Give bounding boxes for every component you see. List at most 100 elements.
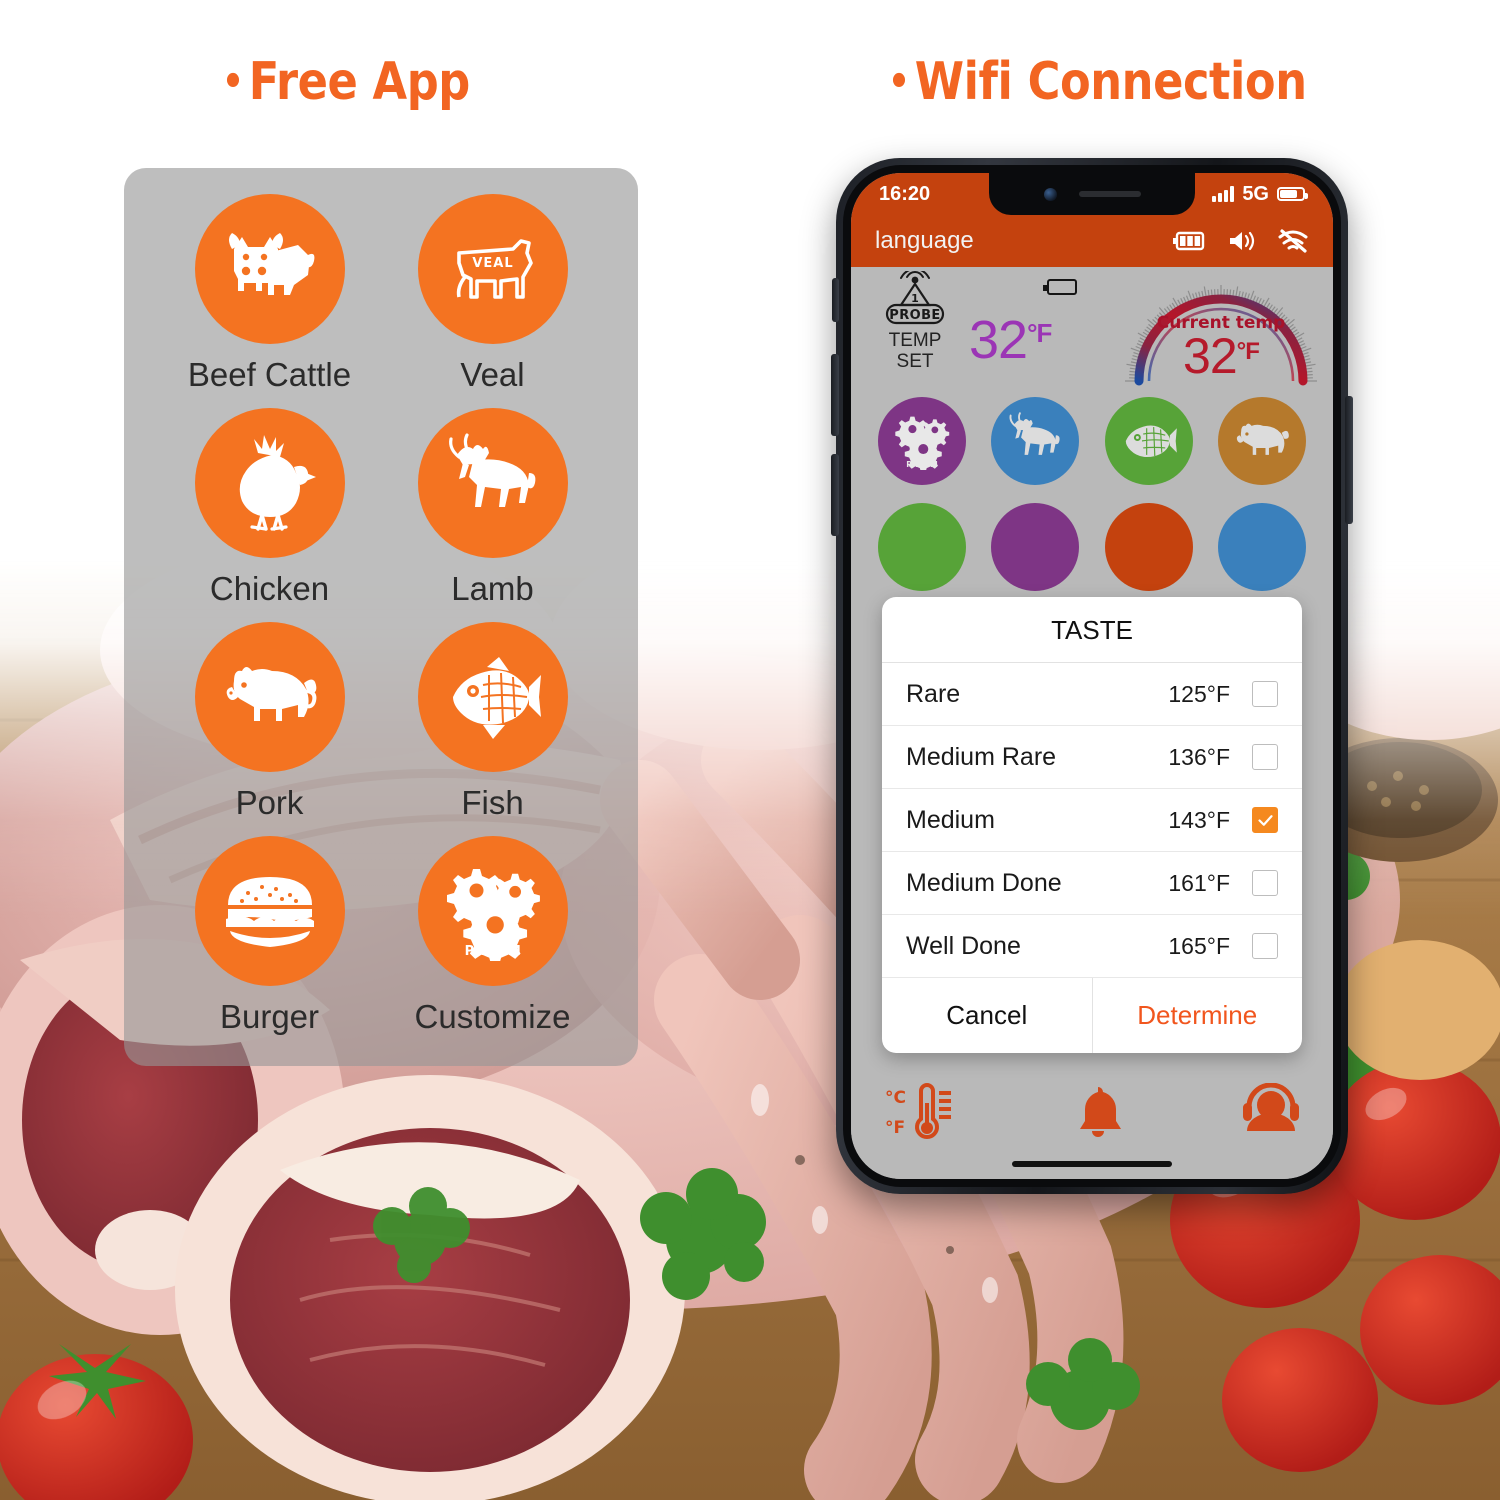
category-veal[interactable] xyxy=(1218,503,1307,591)
phone-mute-switch[interactable] xyxy=(832,278,839,322)
app-category-grid-panel: Beef Cattle VEAL Veal Chicken Lamb Pork … xyxy=(124,168,638,1066)
signal-bars-icon xyxy=(1212,186,1235,202)
unit-toggle-button[interactable]: °C °F xyxy=(881,1083,957,1145)
cow-icon xyxy=(194,194,345,344)
grid-item-label: Burger xyxy=(219,998,320,1035)
taste-dialog-title: TASTE xyxy=(882,597,1302,663)
taste-option-row[interactable]: Well Done 165°F xyxy=(882,915,1302,978)
heading-wifi-connection: •Wifi Connection xyxy=(888,52,1307,112)
temp-set-label-line1: TEMP xyxy=(888,330,942,351)
category-chicken[interactable] xyxy=(877,503,966,591)
temp-set-label-line2: SET xyxy=(896,351,934,373)
category-burger[interactable] xyxy=(1104,503,1193,591)
phone-volume-down-button[interactable] xyxy=(831,454,839,536)
grid-item-burger[interactable]: Burger xyxy=(158,836,381,1050)
grid-item-customize[interactable]: PROGM Customize xyxy=(381,836,604,1050)
grid-item-pork[interactable]: Pork xyxy=(158,622,381,836)
fish-icon xyxy=(417,622,568,772)
grid-item-beef-cattle[interactable]: Beef Cattle xyxy=(158,194,381,408)
status-bar-time: 16:20 xyxy=(879,182,931,205)
pig-icon xyxy=(194,622,345,772)
grid-item-fish[interactable]: Fish xyxy=(381,622,604,836)
burger-icon xyxy=(194,836,345,986)
front-camera-icon xyxy=(1043,187,1057,201)
taste-option-name: Well Done xyxy=(906,931,1021,960)
app-body: 1 PROBE TEMP SET 32°F Current temp 32°F … xyxy=(851,267,1333,1179)
probe-block[interactable]: 1 PROBE TEMP SET xyxy=(873,271,957,373)
category-row-1: PROGM xyxy=(851,397,1333,485)
svg-text:°C: °C xyxy=(885,1088,906,1108)
home-indicator xyxy=(1012,1161,1172,1167)
svg-text:PROGM: PROGM xyxy=(464,944,521,959)
taste-option-name: Medium Rare xyxy=(906,742,1057,771)
gauge-value: 32°F xyxy=(1125,327,1317,385)
taste-option-checkbox-checked[interactable] xyxy=(1252,807,1278,833)
category-row-2 xyxy=(851,503,1333,591)
taste-option-row[interactable]: Medium 143°F xyxy=(882,789,1302,852)
svg-text:VEAL: VEAL xyxy=(472,256,513,271)
language-button[interactable]: language xyxy=(875,227,974,255)
headset-person-icon[interactable] xyxy=(1239,1083,1303,1145)
taste-dialog: TASTE Rare 125°F Medium Rare 136°F Mediu… xyxy=(882,597,1302,1053)
taste-option-name: Medium Done xyxy=(906,868,1062,897)
grid-item-chicken[interactable]: Chicken xyxy=(158,408,381,622)
bell-icon[interactable] xyxy=(1068,1083,1128,1145)
taste-option-row[interactable]: Rare 125°F xyxy=(882,663,1302,726)
taste-option-temp: 125°F xyxy=(1168,680,1230,707)
gauge-unit: °F xyxy=(1236,338,1260,365)
category-progm[interactable]: PROGM xyxy=(877,397,966,485)
taste-option-temp: 143°F xyxy=(1168,806,1230,833)
battery-icon xyxy=(1277,187,1308,201)
svg-text:1: 1 xyxy=(911,292,919,305)
temp-set-value[interactable]: 32°F xyxy=(969,309,1052,371)
cancel-button[interactable]: Cancel xyxy=(882,978,1092,1053)
gauge-number: 32 xyxy=(1183,328,1238,384)
bullet-icon: • xyxy=(888,59,910,105)
svg-text:PROBE: PROBE xyxy=(889,308,940,323)
goat-icon xyxy=(417,408,568,558)
current-temp-gauge: Current temp 32°F xyxy=(1125,269,1317,387)
temp-set-number: 32 xyxy=(969,310,1028,370)
heading-free-app-text: Free App xyxy=(248,52,471,112)
category-fish[interactable] xyxy=(1104,397,1193,485)
phone-power-button[interactable] xyxy=(1345,396,1353,524)
category-beef[interactable] xyxy=(991,503,1080,591)
status-bar-network: 5G xyxy=(1242,182,1269,205)
earpiece-speaker-icon xyxy=(1078,191,1141,197)
speaker-icon[interactable] xyxy=(1227,229,1257,253)
category-lamb[interactable] xyxy=(991,397,1080,485)
taste-option-name: Medium xyxy=(906,805,995,834)
bottom-toolbar: °C °F xyxy=(851,1083,1333,1145)
grid-item-label: Fish xyxy=(461,784,524,821)
taste-option-temp: 161°F xyxy=(1168,869,1230,896)
temperature-row: 1 PROBE TEMP SET 32°F Current temp 32°F xyxy=(851,267,1333,393)
taste-option-row[interactable]: Medium Rare 136°F xyxy=(882,726,1302,789)
taste-option-checkbox[interactable] xyxy=(1252,681,1278,707)
determine-button[interactable]: Determine xyxy=(1091,978,1303,1053)
battery-empty-icon xyxy=(1043,279,1077,295)
taste-option-row[interactable]: Medium Done 161°F xyxy=(882,852,1302,915)
veal-cow-icon: VEAL xyxy=(417,194,568,344)
grid-item-veal[interactable]: VEAL Veal xyxy=(381,194,604,408)
svg-text:PROGM: PROGM xyxy=(906,460,937,469)
grid-item-lamb[interactable]: Lamb xyxy=(381,408,604,622)
battery-level-icon[interactable] xyxy=(1173,230,1207,252)
grid-item-label: Chicken xyxy=(209,570,330,607)
taste-option-temp: 165°F xyxy=(1168,932,1230,959)
taste-option-checkbox[interactable] xyxy=(1252,933,1278,959)
category-pork[interactable] xyxy=(1218,397,1307,485)
temp-set-unit: °F xyxy=(1027,318,1052,348)
phone-mockup: 16:20 5G language 1 PROBE TEMP SET 32°F … xyxy=(831,158,1353,1194)
wifi-off-icon[interactable] xyxy=(1277,228,1309,254)
app-header: language xyxy=(851,215,1333,267)
gears-progm-icon: PROGM xyxy=(417,836,568,986)
grid-item-label: Beef Cattle xyxy=(187,356,352,393)
grid-item-label: Lamb xyxy=(451,570,534,607)
phone-volume-up-button[interactable] xyxy=(831,354,839,436)
grid-item-label: Veal xyxy=(460,356,525,393)
taste-option-name: Rare xyxy=(906,679,961,708)
svg-text:°F: °F xyxy=(885,1118,905,1138)
taste-option-checkbox[interactable] xyxy=(1252,744,1278,770)
chicken-icon xyxy=(194,408,345,558)
taste-option-checkbox[interactable] xyxy=(1252,870,1278,896)
